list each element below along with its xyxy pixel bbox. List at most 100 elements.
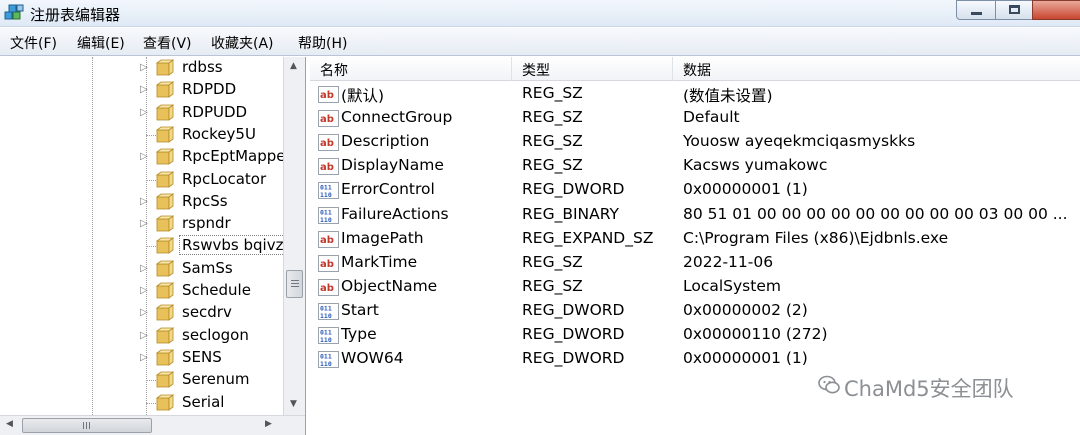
string-value-icon: ab [318,278,339,296]
expand-arrow-icon[interactable]: ▷ [140,218,148,229]
tree-item[interactable]: Serial [0,392,282,414]
value-row[interactable]: ab ConnectGroup REG_SZ Default [310,107,1080,131]
svg-text:ab: ab [320,283,334,294]
tree-item-label: Rswvbs bqivzbrzfh [179,235,283,256]
tree-item[interactable]: ▷ rdbss [0,57,282,79]
string-value-icon: ab [318,158,339,176]
tree-item-label: SamSs [182,258,233,277]
expand-arrow-icon[interactable]: ▷ [140,307,148,318]
tree-item[interactable]: ▷ rspndr [0,213,282,235]
menu-help[interactable]: 帮助(H) [298,33,347,53]
close-button[interactable] [1032,0,1080,20]
maximize-button[interactable] [995,0,1033,20]
tree-connector [146,246,156,248]
tree-item[interactable]: ▷ Schedule [0,280,282,302]
value-row[interactable]: 011 110 Start REG_DWORD 0x00000002 (2) [310,300,1080,324]
tree-horizontal-scrollbar[interactable]: ◀ ▶ [0,415,305,435]
list-header: 名称 类型 数据 [310,57,1080,81]
menu-view[interactable]: 查看(V) [143,33,192,53]
tree-item[interactable]: Serenum [0,369,282,391]
expand-arrow-icon[interactable]: ▷ [140,151,148,162]
string-value-icon: ab [318,230,339,248]
tree-item[interactable]: ▷ RDPDD [0,79,282,101]
thumb-grip [89,422,90,429]
value-row[interactable]: 011 110 Type REG_DWORD 0x00000110 (272) [310,324,1080,348]
svg-text:110: 110 [320,312,332,320]
tree-item[interactable]: ▷ secdrv [0,302,282,324]
value-type: REG_SZ [522,132,583,151]
scroll-left-arrow-icon[interactable]: ◀ [6,419,13,429]
binary-value-icon: 011110 [318,302,339,320]
value-name: WOW64 [341,349,404,368]
tree-item-label: Rockey5U [182,124,256,143]
folder-icon [156,126,174,143]
value-row[interactable]: ab (默认) REG_SZ (数值未设置) [310,83,1080,107]
value-type: REG_SZ [522,156,583,175]
value-row[interactable]: 011 110 WOW64 REG_DWORD 0x00000001 (1) [310,348,1080,372]
expand-arrow-icon[interactable]: ▷ [140,196,148,207]
value-name: (默认) [341,87,385,105]
expand-arrow-icon[interactable]: ▷ [140,62,148,73]
string-value-icon: ab [318,134,339,152]
column-header-data[interactable]: 数据 [683,60,711,80]
value-data: Default [683,108,740,127]
value-row[interactable]: ab MarkTime REG_SZ 2022-11-06 [310,252,1080,276]
expand-arrow-icon[interactable]: ▷ [140,263,148,274]
tree-hscroll-thumb[interactable] [22,418,152,433]
value-data: C:\Program Files (x86)\Ejdbnls.exe [683,228,949,247]
binary-value-icon: 011110 [318,327,339,344]
tree-item[interactable]: ▷ SENS [0,347,282,369]
column-header-type[interactable]: 类型 [522,60,550,80]
tree-item[interactable]: ▷ RpcEptMapper [0,146,283,168]
folder-icon [156,259,174,277]
tree-item[interactable]: ▷ SamSs [0,258,282,280]
tree-connector [146,179,156,181]
column-header-name[interactable]: 名称 [320,60,348,80]
tree-item-label: secdrv [182,303,232,322]
svg-text:ab: ab [320,114,334,125]
tree-item[interactable]: ▷ seclogon [0,325,282,347]
menu-edit[interactable]: 编辑(E) [77,33,125,53]
value-row[interactable]: 011 110 ErrorControl REG_DWORD 0x00000001 (1… [310,179,1080,203]
menu-file[interactable]: 文件(F) [10,33,57,53]
registry-tree-pane[interactable]: ▷ rdbss ▷ RDPDD ▷ RDPUDD Rockey5U ▷ RpcEptMapper… [0,57,306,435]
value-row[interactable]: ab DisplayName REG_SZ Kacsws yumakowc [310,155,1080,179]
folder-icon [156,393,174,411]
thumb-grip [291,286,299,287]
value-name: FailureActions [341,204,449,223]
value-row[interactable]: ab Description REG_SZ Youosw ayeqekmciqasmy… [310,131,1080,155]
tree-item[interactable]: RpcLocator [0,169,282,191]
value-type: REG_BINARY [522,204,619,223]
expand-arrow-icon[interactable]: ▷ [140,84,148,95]
tree-item[interactable]: Rockey5U [0,124,282,146]
tree-scroll-thumb[interactable] [286,270,303,298]
minimize-button[interactable] [956,0,996,20]
value-data: 2022-11-06 [683,252,774,271]
scroll-down-arrow-icon[interactable]: ▼ [290,399,297,409]
tree-item[interactable]: ▷ RDPUDD [0,102,282,124]
expand-arrow-icon[interactable]: ▷ [140,107,148,118]
tree-connector [146,402,156,404]
folder-icon [156,170,174,188]
folder-icon [156,148,174,165]
tree-vertical-scrollbar[interactable]: ▲ ▼ [283,57,305,415]
value-type: REG_SZ [522,108,583,127]
value-row[interactable]: ab ImagePath REG_EXPAND_SZ C:\Program Files… [310,228,1080,252]
string-value-icon: ab [318,110,339,128]
tree-item[interactable]: Rswvbs bqivzbrzfh [0,235,283,257]
tree-item-label: RpcEptMapper [182,147,283,166]
column-separator[interactable] [672,57,673,81]
value-row[interactable]: ab ObjectName REG_SZ LocalSystem [310,276,1080,300]
expand-arrow-icon[interactable]: ▷ [140,285,148,296]
thumb-grip [291,283,299,284]
menu-favorites[interactable]: 收藏夹(A) [211,33,274,53]
expand-arrow-icon[interactable]: ▷ [140,352,148,363]
scroll-up-arrow-icon[interactable]: ▲ [290,61,297,71]
column-separator[interactable] [511,57,512,81]
tree-item-label: RpcLocator [182,169,267,188]
value-row[interactable]: 011 110 FailureActions REG_BINARY 80 51 01 0… [310,204,1080,228]
tree-item[interactable]: ▷ RpcSs [0,191,282,213]
scroll-right-arrow-icon[interactable]: ▶ [265,419,272,429]
expand-arrow-icon[interactable]: ▷ [140,330,148,341]
watermark-text: ChaMd5安全团队 [844,377,1014,401]
